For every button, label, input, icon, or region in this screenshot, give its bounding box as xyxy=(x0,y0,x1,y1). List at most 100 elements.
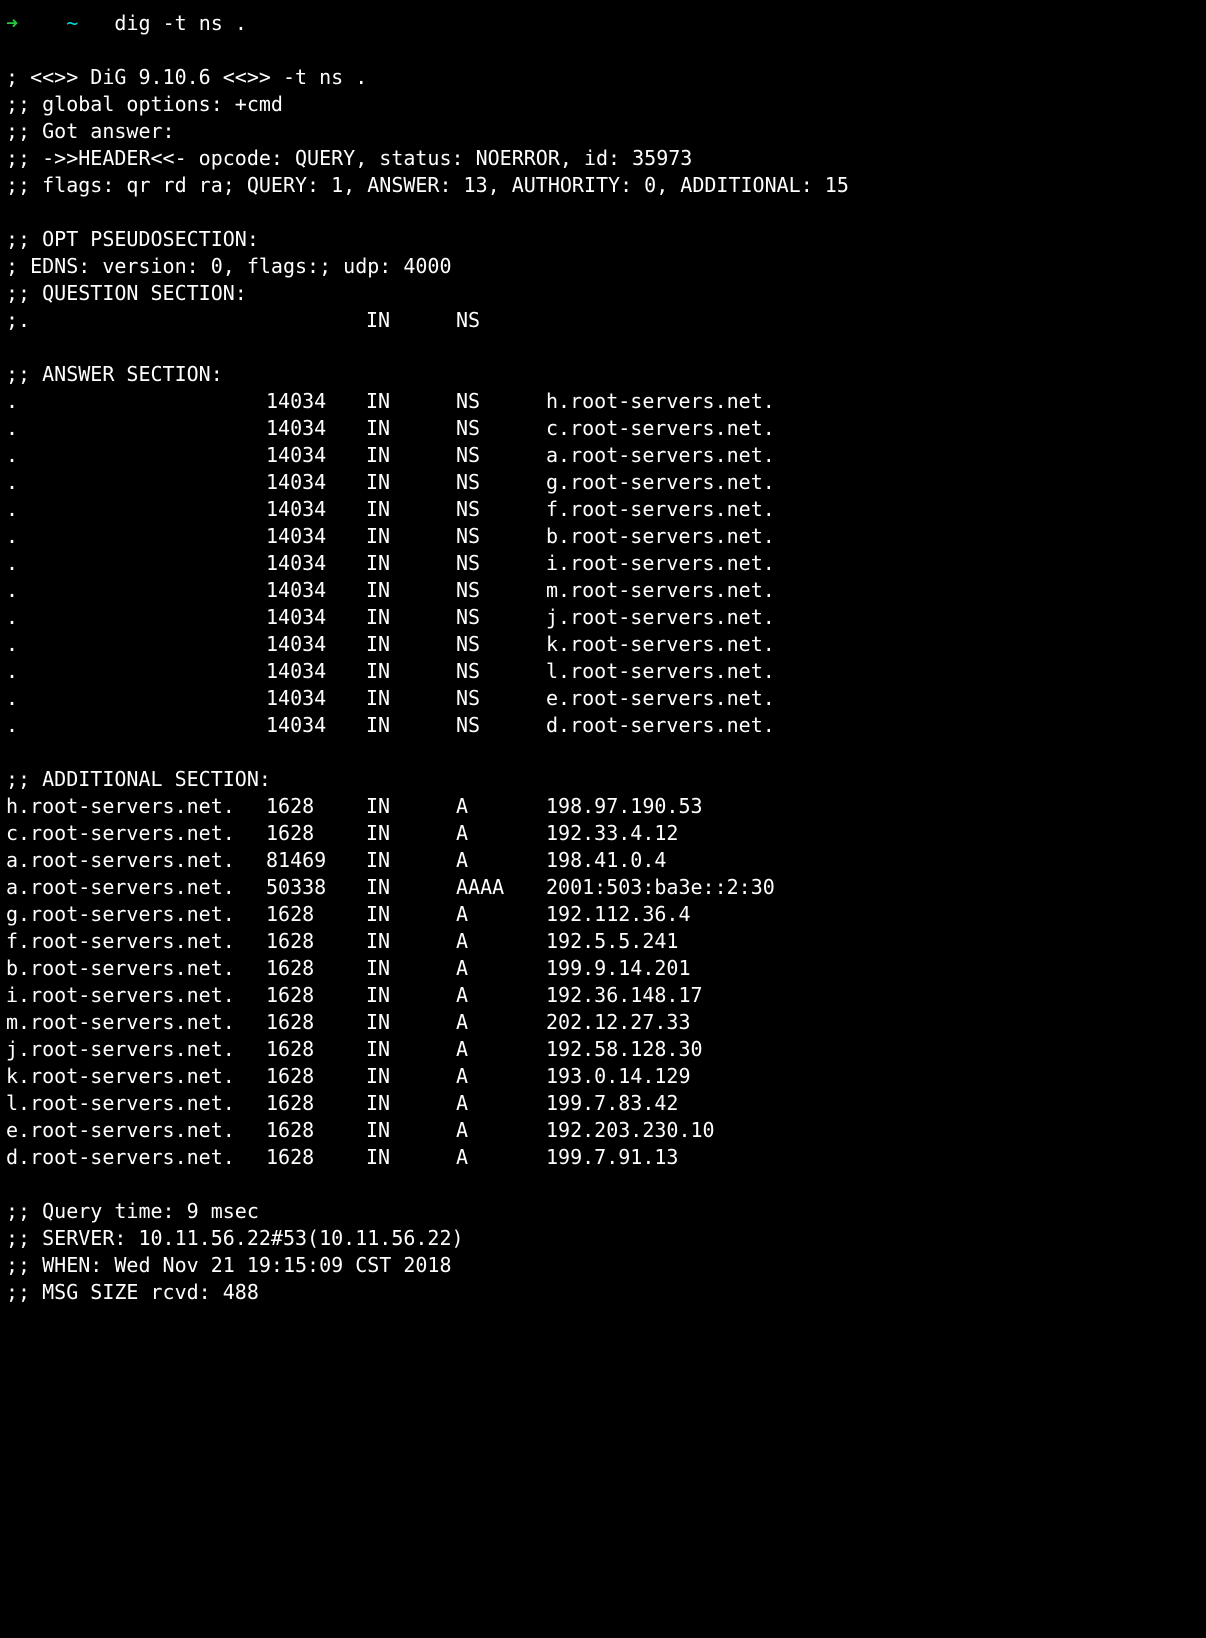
rr-data: 192.5.5.241 xyxy=(546,928,1200,955)
rr-ttl: 1628 xyxy=(266,928,366,955)
answer-row: .14034INNSf.root-servers.net. xyxy=(6,496,1200,523)
rr-data: 199.9.14.201 xyxy=(546,955,1200,982)
rr-ttl: 14034 xyxy=(266,496,366,523)
rr-type: NS xyxy=(456,388,546,415)
rr-name: . xyxy=(6,604,266,631)
rr-type: NS xyxy=(456,442,546,469)
footer-server: ;; SERVER: 10.11.56.22#53(10.11.56.22) xyxy=(6,1225,1200,1252)
prompt-arrow-icon: ➜ xyxy=(6,11,18,35)
rr-ttl: 14034 xyxy=(266,469,366,496)
rr-type: NS xyxy=(456,604,546,631)
rr-ttl: 14034 xyxy=(266,523,366,550)
rr-class: IN xyxy=(366,1144,456,1171)
rr-ttl: 50338 xyxy=(266,874,366,901)
additional-row: k.root-servers.net.1628INA193.0.14.129 xyxy=(6,1063,1200,1090)
rr-class: IN xyxy=(366,1090,456,1117)
answer-row: .14034INNSa.root-servers.net. xyxy=(6,442,1200,469)
rr-ttl: 1628 xyxy=(266,820,366,847)
rr-name: . xyxy=(6,685,266,712)
rr-type: NS xyxy=(456,496,546,523)
terminal-output[interactable]: ➜ ~ dig -t ns . ; <<>> DiG 9.10.6 <<>> -… xyxy=(0,0,1206,1316)
rr-class: IN xyxy=(366,604,456,631)
rr-class: IN xyxy=(366,1063,456,1090)
additional-row: c.root-servers.net.1628INA192.33.4.12 xyxy=(6,820,1200,847)
rr-data: b.root-servers.net. xyxy=(546,523,1200,550)
rr-class: IN xyxy=(366,496,456,523)
rr-data: 199.7.83.42 xyxy=(546,1090,1200,1117)
rr-data: 198.41.0.4 xyxy=(546,847,1200,874)
additional-row: i.root-servers.net.1628INA192.36.148.17 xyxy=(6,982,1200,1009)
rr-type: A xyxy=(456,1090,546,1117)
rr-ttl: 14034 xyxy=(266,631,366,658)
rr-data: 202.12.27.33 xyxy=(546,1009,1200,1036)
rr-name: . xyxy=(6,496,266,523)
rr-ttl: 14034 xyxy=(266,388,366,415)
rr-data: c.root-servers.net. xyxy=(546,415,1200,442)
footer-when: ;; WHEN: Wed Nov 21 19:15:09 CST 2018 xyxy=(6,1252,1200,1279)
rr-name: i.root-servers.net. xyxy=(6,982,266,1009)
answer-row: .14034INNSi.root-servers.net. xyxy=(6,550,1200,577)
rr-type: NS xyxy=(456,550,546,577)
rr-ttl: 14034 xyxy=(266,550,366,577)
rr-type: NS xyxy=(456,523,546,550)
footer-msg-size: ;; MSG SIZE rcvd: 488 xyxy=(6,1279,1200,1306)
rr-ttl: 81469 xyxy=(266,847,366,874)
additional-row: m.root-servers.net.1628INA202.12.27.33 xyxy=(6,1009,1200,1036)
rr-name: b.root-servers.net. xyxy=(6,955,266,982)
blank-line xyxy=(6,1171,1200,1198)
rr-ttl: 1628 xyxy=(266,955,366,982)
prompt-cwd: ~ xyxy=(66,11,78,35)
answer-section-header: ;; ANSWER SECTION: xyxy=(6,361,1200,388)
rr-class: IN xyxy=(366,928,456,955)
rr-name: . xyxy=(6,469,266,496)
rr-ttl: 14034 xyxy=(266,685,366,712)
rr-class: IN xyxy=(366,415,456,442)
rr-class: IN xyxy=(366,874,456,901)
rr-class: IN xyxy=(366,982,456,1009)
answer-row: .14034INNSb.root-servers.net. xyxy=(6,523,1200,550)
blank-line xyxy=(6,334,1200,361)
rr-name: m.root-servers.net. xyxy=(6,1009,266,1036)
rr-type: A xyxy=(456,901,546,928)
rr-name: . xyxy=(6,415,266,442)
rr-type: AAAA xyxy=(456,874,546,901)
rr-name: ;. xyxy=(6,307,266,334)
command-text: dig -t ns . xyxy=(114,11,246,35)
rr-class: IN xyxy=(366,1036,456,1063)
rr-type: NS xyxy=(456,631,546,658)
rr-data: 193.0.14.129 xyxy=(546,1063,1200,1090)
rr-type: NS xyxy=(456,307,546,334)
rr-type: NS xyxy=(456,577,546,604)
rr-ttl xyxy=(266,307,366,334)
rr-ttl: 14034 xyxy=(266,712,366,739)
rr-class: IN xyxy=(366,847,456,874)
answer-row: .14034INNSl.root-servers.net. xyxy=(6,658,1200,685)
rr-data: l.root-servers.net. xyxy=(546,658,1200,685)
answer-row: .14034INNSm.root-servers.net. xyxy=(6,577,1200,604)
rr-data: 192.58.128.30 xyxy=(546,1036,1200,1063)
rr-ttl: 14034 xyxy=(266,442,366,469)
answer-row: .14034INNSc.root-servers.net. xyxy=(6,415,1200,442)
rr-data: m.root-servers.net. xyxy=(546,577,1200,604)
additional-row: a.root-servers.net.81469INA198.41.0.4 xyxy=(6,847,1200,874)
rr-type: A xyxy=(456,1144,546,1171)
blank-line xyxy=(6,199,1200,226)
rr-data: 2001:503:ba3e::2:30 xyxy=(546,874,1200,901)
rr-type: NS xyxy=(456,685,546,712)
rr-ttl: 1628 xyxy=(266,901,366,928)
rr-name: j.root-servers.net. xyxy=(6,1036,266,1063)
rr-name: . xyxy=(6,442,266,469)
rr-class: IN xyxy=(366,550,456,577)
answer-row: .14034INNSh.root-servers.net. xyxy=(6,388,1200,415)
rr-class: IN xyxy=(366,523,456,550)
additional-row: b.root-servers.net.1628INA199.9.14.201 xyxy=(6,955,1200,982)
rr-class: IN xyxy=(366,469,456,496)
rr-type: NS xyxy=(456,712,546,739)
rr-type: A xyxy=(456,1063,546,1090)
additional-row: h.root-servers.net.1628INA198.97.190.53 xyxy=(6,793,1200,820)
rr-data: 192.112.36.4 xyxy=(546,901,1200,928)
rr-name: g.root-servers.net. xyxy=(6,901,266,928)
rr-ttl: 1628 xyxy=(266,1117,366,1144)
rr-name: . xyxy=(6,388,266,415)
rr-type: NS xyxy=(456,469,546,496)
